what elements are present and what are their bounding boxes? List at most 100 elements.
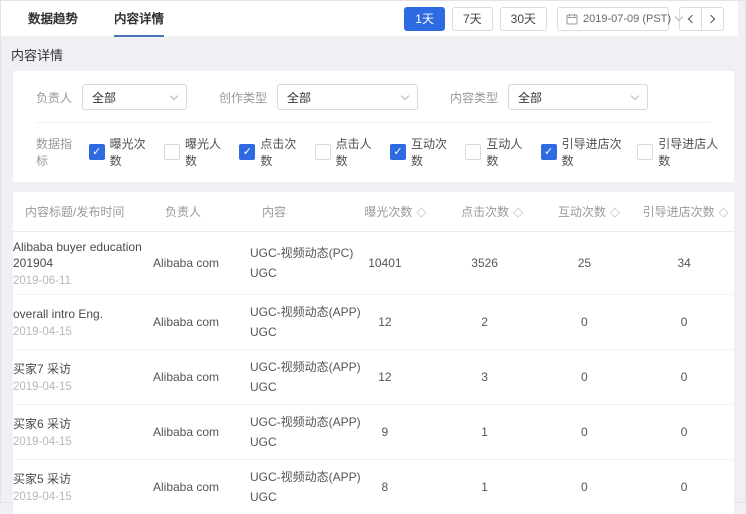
- chevron-down-icon: [401, 91, 409, 99]
- check-icon: ✓: [243, 147, 252, 158]
- metric-checkbox-interaction-users[interactable]: ✓ 互动人数: [465, 135, 526, 169]
- metric-checkbox-interaction-count[interactable]: ✓ 互动次数: [390, 135, 451, 169]
- content-cell: UGC-视频动态(PC) UGC: [250, 243, 335, 283]
- filter-label-creation-type: 创作类型: [219, 89, 267, 106]
- publish-date: 2019-04-15: [13, 436, 143, 448]
- topbar: 数据趋势 内容详情 1天 7天 30天 2019-07-09 (PST): [1, 1, 738, 37]
- interactions-value: 0: [535, 370, 635, 384]
- checkbox-icon: ✓: [89, 144, 105, 160]
- store-visits-value: 0: [634, 480, 734, 494]
- title-cell: 买家7 采访 2019-04-15: [13, 361, 153, 393]
- metric-label: 互动人数: [486, 135, 526, 169]
- table-row: 买家5 采访 2019-04-15 Alibaba com UGC-视频动态(A…: [13, 460, 734, 514]
- chevron-down-icon: [631, 91, 639, 99]
- metric-checkbox-exposure-users[interactable]: ✓ 曝光人数: [164, 135, 225, 169]
- sort-icon[interactable]: ◇: [719, 204, 729, 219]
- owner-select[interactable]: 全部: [82, 84, 187, 110]
- content-type-select-value: 全部: [518, 89, 542, 106]
- column-header-exposure[interactable]: 曝光次数◇: [347, 203, 444, 220]
- content-cell: UGC-视频动态(APP) UGC: [250, 412, 335, 452]
- chevron-down-icon: [170, 91, 178, 99]
- column-header-label: 点击次数: [461, 205, 509, 219]
- checkbox-icon: ✓: [164, 144, 180, 160]
- content-type: UGC-视频动态(APP): [250, 467, 335, 487]
- clicks-value: 3: [435, 370, 535, 384]
- column-header-label: 互动次数: [558, 205, 606, 219]
- metric-checkbox-store-visit-users[interactable]: ✓ 引导进店人数: [637, 135, 720, 169]
- tab-data-trends[interactable]: 数据趋势: [28, 1, 78, 37]
- range-button-1day[interactable]: 1天: [404, 7, 445, 31]
- publish-date: 2019-04-15: [13, 326, 143, 338]
- checkbox-icon: ✓: [315, 144, 331, 160]
- exposure-value: 9: [335, 425, 435, 439]
- metric-label: 点击次数: [260, 135, 300, 169]
- date-picker-value: 2019-07-09 (PST): [583, 13, 671, 25]
- content-title: overall intro Eng.: [13, 306, 143, 322]
- checkbox-icon: ✓: [541, 144, 557, 160]
- column-header-store-visits[interactable]: 引导进店次数 ◇: [637, 203, 734, 220]
- checkbox-icon: ✓: [239, 144, 255, 160]
- check-icon: ✓: [393, 147, 402, 158]
- owner-cell: Alibaba com: [153, 480, 250, 494]
- chevron-right-icon: [707, 14, 715, 22]
- content-type: UGC-视频动态(APP): [250, 357, 335, 377]
- exposure-value: 12: [335, 370, 435, 384]
- interactions-value: 0: [535, 480, 635, 494]
- sort-icon[interactable]: ◇: [610, 204, 620, 219]
- content-title: 买家6 采访: [13, 416, 143, 432]
- prev-day-button[interactable]: [679, 7, 702, 31]
- column-header-owner: 负责人: [165, 203, 262, 220]
- metric-label: 引导进店人数: [658, 135, 720, 169]
- interactions-value: 25: [535, 256, 635, 270]
- checkbox-icon: ✓: [637, 144, 653, 160]
- column-header-interactions[interactable]: 互动次数 ◇: [541, 203, 638, 220]
- metric-label: 曝光人数: [185, 135, 225, 169]
- exposure-value: 8: [335, 480, 435, 494]
- tab-bar: 数据趋势 内容详情: [28, 1, 200, 37]
- metric-checkbox-store-visit-count[interactable]: ✓ 引导进店次数: [541, 135, 624, 169]
- metrics-label: 数据指标: [36, 135, 79, 169]
- owner-cell: Alibaba com: [153, 425, 250, 439]
- tab-content-details[interactable]: 内容详情: [114, 1, 164, 37]
- store-visits-value: 0: [634, 425, 734, 439]
- table-row: overall intro Eng. 2019-04-15 Alibaba co…: [13, 295, 734, 350]
- check-icon: ✓: [544, 147, 553, 158]
- store-visits-value: 34: [634, 256, 734, 270]
- date-picker[interactable]: 2019-07-09 (PST): [557, 7, 669, 31]
- filter-label-owner: 负责人: [36, 89, 72, 106]
- metrics-row: 数据指标 ✓ 曝光次数 ✓ 曝光人数 ✓ 点击次数 ✓ 点击人数 ✓ 互动次数: [36, 135, 734, 169]
- next-day-button[interactable]: [701, 7, 724, 31]
- filter-label-content-type: 内容类型: [450, 89, 498, 106]
- metric-checkbox-click-count[interactable]: ✓ 点击次数: [239, 135, 300, 169]
- table-row: 买家6 采访 2019-04-15 Alibaba com UGC-视频动态(A…: [13, 405, 734, 460]
- exposure-value: 10401: [335, 256, 435, 270]
- range-button-30day[interactable]: 30天: [500, 7, 547, 31]
- title-cell: Alibaba buyer education 201904 2019-06-1…: [13, 239, 153, 287]
- table-header: 内容标题/发布时间 负责人 内容 曝光次数◇ 点击次数◇ 互动次数◇ 引导进店次…: [13, 192, 734, 232]
- metric-checkbox-click-users[interactable]: ✓ 点击人数: [315, 135, 376, 169]
- column-header-label: 引导进店次数: [643, 205, 715, 219]
- content-title: Alibaba buyer education 201904: [13, 239, 143, 271]
- sort-icon[interactable]: ◇: [513, 204, 523, 219]
- sort-icon[interactable]: ◇: [416, 204, 426, 219]
- content-subtype: UGC: [250, 263, 335, 283]
- clicks-value: 1: [435, 480, 535, 494]
- clicks-value: 3526: [435, 256, 535, 270]
- filter-row: 负责人 全部 创作类型 全部 内容类型 全部: [36, 84, 734, 110]
- check-icon: ✓: [92, 147, 101, 158]
- content-subtype: UGC: [250, 322, 335, 342]
- metric-checkbox-exposure-count[interactable]: ✓ 曝光次数: [89, 135, 150, 169]
- exposure-value: 12: [335, 315, 435, 329]
- store-visits-value: 0: [634, 370, 734, 384]
- creation-type-select[interactable]: 全部: [277, 84, 418, 110]
- table-row: 买家7 采访 2019-04-15 Alibaba com UGC-视频动态(A…: [13, 350, 734, 405]
- checkbox-icon: ✓: [390, 144, 406, 160]
- content-type-select[interactable]: 全部: [508, 84, 648, 110]
- store-visits-value: 0: [634, 315, 734, 329]
- range-button-7day[interactable]: 7天: [452, 7, 493, 31]
- column-header-clicks[interactable]: 点击次数 ◇: [444, 203, 541, 220]
- content-title: 买家5 采访: [13, 471, 143, 487]
- clicks-value: 2: [435, 315, 535, 329]
- filters-card: 负责人 全部 创作类型 全部 内容类型 全部 数据指标 ✓ 曝光次数: [13, 71, 734, 182]
- filters-divider: [36, 122, 711, 123]
